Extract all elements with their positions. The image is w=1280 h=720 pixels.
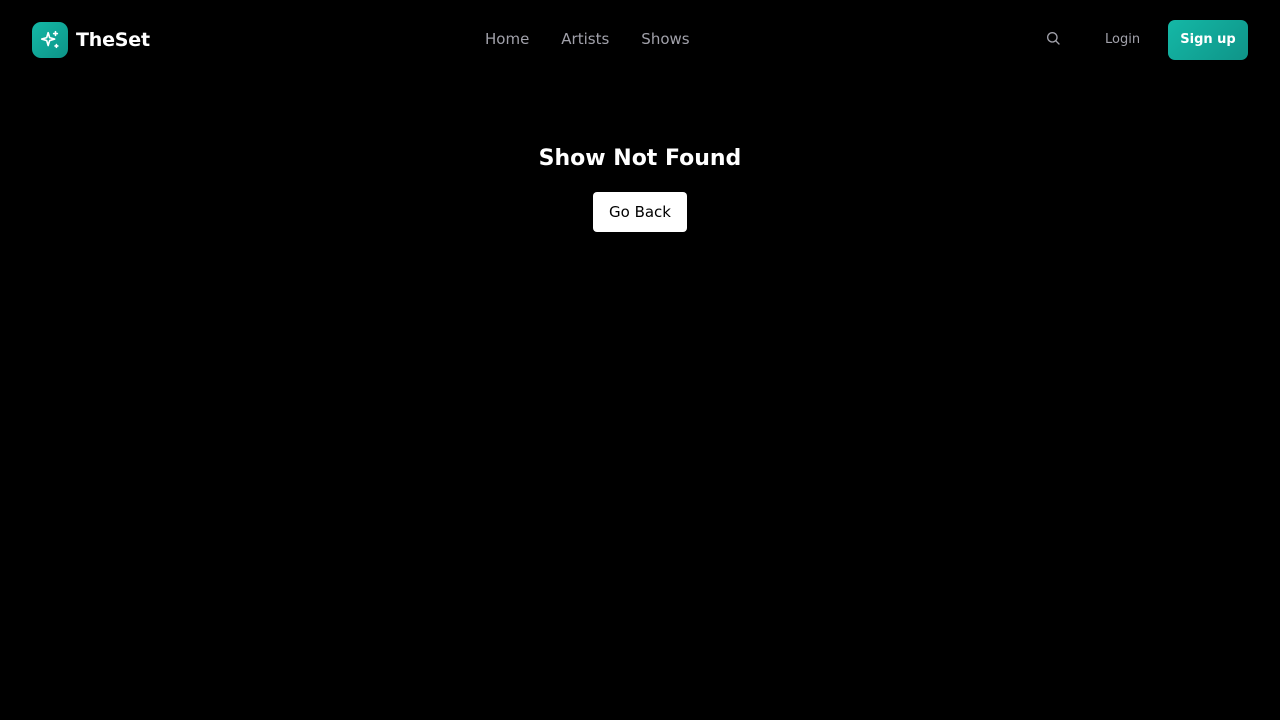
go-back-button[interactable]: Go Back: [593, 192, 687, 232]
nav-link-artists[interactable]: Artists: [561, 29, 609, 49]
login-button[interactable]: Login: [1092, 20, 1153, 58]
nav-link-shows[interactable]: Shows: [641, 29, 689, 49]
sparkles-icon: [32, 22, 68, 58]
brand-home-link[interactable]: TheSet: [32, 22, 150, 58]
search-button[interactable]: [1043, 30, 1063, 50]
brand-name: TheSet: [76, 29, 150, 51]
main-content: Show Not Found Go Back: [0, 140, 1280, 232]
nav-link-home[interactable]: Home: [485, 29, 529, 49]
top-navigation-bar: TheSet Home Artists Shows Login Sign up: [0, 0, 1280, 78]
page-title: Show Not Found: [538, 146, 742, 171]
signup-button[interactable]: Sign up: [1168, 20, 1248, 60]
search-icon: [1045, 30, 1061, 50]
main-nav: Home Artists Shows: [485, 29, 690, 49]
